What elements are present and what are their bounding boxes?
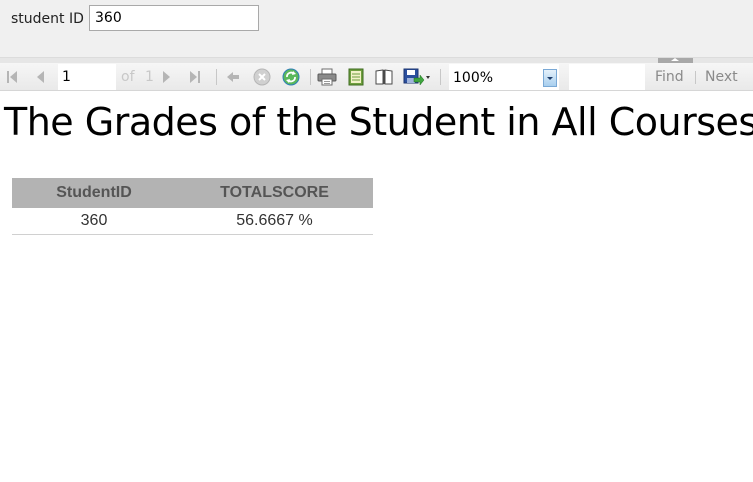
previous-page-icon: [37, 71, 44, 83]
find-link[interactable]: Find: [655, 69, 684, 85]
first-page-icon: [7, 71, 17, 83]
toolbar-separator: [216, 69, 217, 85]
print-layout-icon: [348, 68, 364, 86]
report-title: The Grades of the Student in All Courses…: [4, 100, 753, 144]
student-id-label: student ID: [11, 11, 84, 27]
print-icon: [317, 68, 337, 86]
column-header-totalscore: TOTALSCORE: [176, 178, 373, 208]
zoom-select[interactable]: 100%: [449, 64, 559, 90]
parameter-area: student ID: [0, 0, 753, 57]
chevron-down-icon[interactable]: [543, 69, 557, 87]
refresh-icon: [282, 68, 300, 86]
chevron-up-icon: [671, 58, 679, 61]
of-label: of: [121, 69, 135, 85]
student-id-input[interactable]: [89, 5, 259, 31]
find-input[interactable]: [569, 64, 645, 90]
zoom-value: 100%: [453, 70, 494, 86]
find-separator: [695, 71, 696, 84]
find-next-link[interactable]: Next: [705, 69, 738, 85]
report-toolbar: of 1: [0, 63, 753, 91]
column-header-studentid: StudentID: [12, 178, 176, 208]
export-button[interactable]: [402, 67, 432, 87]
back-icon: [227, 72, 239, 82]
toolbar-separator: [440, 69, 441, 85]
grades-table: StudentID TOTALSCORE 360 56.6667 %: [12, 178, 373, 235]
cell-totalscore: 56.6667 %: [176, 208, 373, 235]
cell-studentid: 360: [12, 208, 176, 235]
page-setup-button[interactable]: [373, 67, 395, 87]
table-header-row: StudentID TOTALSCORE: [12, 178, 373, 208]
first-page-button[interactable]: [3, 67, 21, 87]
next-page-icon: [163, 71, 170, 83]
print-layout-button[interactable]: [345, 67, 367, 87]
export-icon: [403, 68, 430, 86]
previous-page-button[interactable]: [31, 67, 49, 87]
page-setup-icon: [375, 69, 393, 85]
last-page-icon: [190, 71, 200, 83]
current-page-input[interactable]: [58, 64, 116, 90]
table-row: 360 56.6667 %: [12, 208, 373, 235]
refresh-button[interactable]: [281, 67, 301, 87]
stop-rendering-button[interactable]: [252, 67, 272, 87]
toolbar-separator: [310, 69, 311, 85]
print-button[interactable]: [316, 67, 338, 87]
back-to-parent-button[interactable]: [224, 67, 242, 87]
total-pages-label: 1: [145, 69, 154, 85]
last-page-button[interactable]: [186, 67, 204, 87]
stop-icon: [253, 68, 271, 86]
next-page-button[interactable]: [158, 67, 176, 87]
